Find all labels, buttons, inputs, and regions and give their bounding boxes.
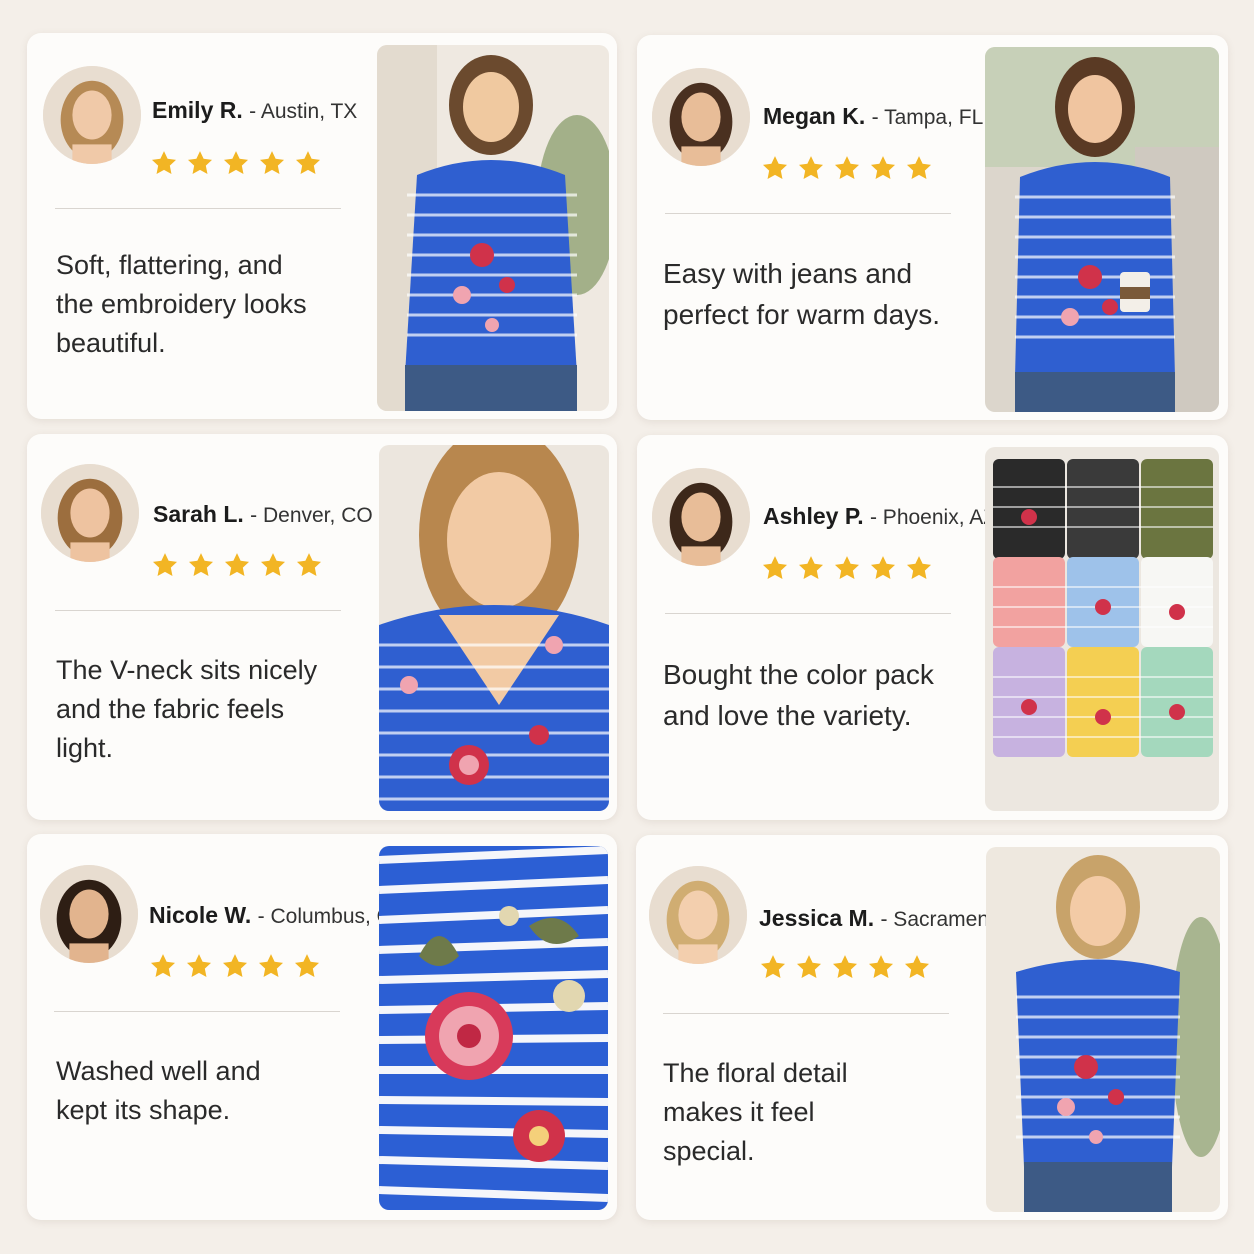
star-icon [223,151,249,174]
reviewer-name: Ashley P. [763,503,864,529]
review-card-5: Nicole W. - Columbus, OH Washed well and… [27,834,617,1220]
star-icon [296,553,322,576]
reviewer-location: - Tampa, FL [871,106,984,129]
avatar [652,68,750,166]
divider [665,213,951,214]
review-text: The floral detail makes it feel special. [663,1058,848,1166]
reviewer-name: Megan K. [763,103,866,129]
divider [665,613,951,614]
star-icon [834,156,860,179]
rating-stars [759,953,931,981]
star-icon [796,955,822,978]
avatar [40,865,138,963]
star-icon [294,954,320,977]
avatar [649,866,747,964]
avatar [43,66,141,164]
star-icon [762,556,788,579]
reviewer-line: Megan K. - Tampa, FL [763,103,983,130]
star-icon [259,151,285,174]
star-icon [152,553,178,576]
star-icon [188,553,214,576]
rating-stars [761,154,933,182]
review-card-6: Jessica M. - Sacramento, CA The floral d… [636,835,1228,1220]
reviewer-name: Emily R. [152,97,243,123]
star-icon [834,556,860,579]
star-icon [798,556,824,579]
reviewer-location: - Denver, CO [250,504,373,527]
divider [55,610,341,611]
review-card-2: Megan K. - Tampa, FL Easy with jeans and… [637,35,1228,420]
star-icon [832,955,858,978]
star-icon [906,156,932,179]
review-text: Washed well and kept its shape. [56,1056,261,1125]
star-icon [187,151,213,174]
star-icon [868,955,894,978]
star-icon [258,954,284,977]
star-icon [295,151,321,174]
star-icon [186,954,212,977]
review-card-1: Emily R. - Austin, TX Soft, flattering, … [27,33,617,419]
review-photo[interactable] [379,445,609,811]
review-photo[interactable] [379,846,608,1210]
reviewer-line: Emily R. - Austin, TX [152,97,357,124]
review-photo[interactable] [377,45,609,411]
divider [54,1011,340,1012]
review-photo[interactable] [985,47,1219,412]
divider [663,1013,949,1014]
rating-stars [149,952,321,980]
review-text: Soft, flattering, and the embroidery loo… [56,250,307,358]
reviewer-line: Sarah L. - Denver, CO [153,501,373,528]
rating-stars [150,149,322,177]
review-text: Bought the color pack and love the varie… [663,659,934,731]
avatar [41,464,139,562]
review-card-4: Ashley P. - Phoenix, AZ Bought the color… [637,435,1228,820]
avatar [652,468,750,566]
reviewer-line: Nicole W. - Columbus, OH [149,902,408,929]
rating-stars [151,551,323,579]
star-icon [260,553,286,576]
reviewer-location: - Austin, TX [249,100,358,123]
star-icon [904,955,930,978]
review-text: Easy with jeans and perfect for warm day… [663,258,940,330]
star-icon [870,556,896,579]
star-icon [870,156,896,179]
star-icon [151,151,177,174]
star-icon [906,556,932,579]
reviewer-name: Sarah L. [153,501,244,527]
reviewer-name: Nicole W. [149,902,252,928]
star-icon [762,156,788,179]
star-icon [798,156,824,179]
review-photo[interactable] [985,447,1219,811]
reviewer-line: Ashley P. - Phoenix, AZ [763,503,996,530]
divider [55,208,341,209]
rating-stars [761,554,933,582]
reviewer-name: Jessica M. [759,905,875,931]
review-photo[interactable] [986,847,1220,1212]
star-icon [760,955,786,978]
reviewer-location: - Phoenix, AZ [869,506,997,529]
star-icon [150,954,176,977]
review-card-3: Sarah L. - Denver, CO The V-neck sits ni… [27,434,617,820]
star-icon [222,954,248,977]
review-text: The V-neck sits nicely and the fabric fe… [56,655,318,763]
star-icon [224,553,250,576]
